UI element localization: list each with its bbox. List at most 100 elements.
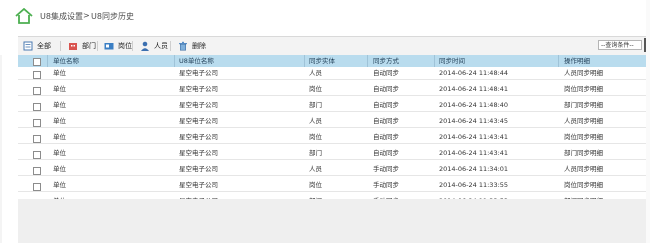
sync-time-cell: 2014-06-24 11:48:40	[439, 101, 509, 109]
unit-name-cell: 单位	[53, 117, 66, 125]
unit-name-cell: 单位	[53, 133, 66, 141]
list-icon	[23, 41, 33, 51]
breadcrumb: U8集成设置 > U8同步历史	[0, 0, 646, 32]
table-row[interactable]: 单位 星空电子公司 岗位 自动同步 2014-06-24 11:48:41 岗位同步明细	[18, 83, 646, 96]
department-button[interactable]: 部门	[68, 40, 96, 52]
unit-name-cell: 单位	[53, 149, 66, 157]
column-divider	[47, 55, 48, 67]
row-checkbox[interactable]	[33, 86, 41, 95]
delete-icon	[179, 41, 187, 51]
person-button[interactable]: 人员	[140, 40, 168, 52]
row-checkbox[interactable]	[33, 102, 41, 111]
select-all-checkbox[interactable]	[33, 58, 41, 66]
column-divider	[558, 55, 559, 67]
toolbar-divider	[132, 41, 133, 51]
sync-method-cell: 自动同步	[373, 149, 399, 157]
toolbar-divider	[170, 41, 171, 51]
unit-name-cell: 单位	[53, 181, 66, 189]
u8-unit-name-cell: 星空电子公司	[179, 101, 218, 109]
sync-entity-cell: 人员	[309, 69, 322, 77]
home-icon[interactable]	[15, 8, 33, 24]
u8-unit-name-cell: 星空电子公司	[179, 117, 218, 125]
toolbar-divider	[97, 41, 98, 51]
sync-time-cell: 2014-06-24 11:43:45	[439, 117, 509, 125]
sync-time-cell: 2014-06-24 11:48:44	[439, 69, 509, 77]
delete-button[interactable]: 删除	[178, 40, 206, 52]
row-checkbox[interactable]	[33, 166, 41, 175]
query-select[interactable]: --查询条件--	[598, 40, 642, 50]
empty-table-area	[18, 199, 646, 243]
department-button-label: 部门	[82, 42, 96, 50]
u8-unit-name-cell: 星空电子公司	[179, 149, 218, 157]
table-row[interactable]: 单位 星空电子公司 岗位 手动同步 2014-06-24 11:33:55 岗位同步明细	[18, 179, 646, 192]
table-header: 单位名称 U8单位名称 同步实体 同步方式 同步时间 操作明细	[18, 55, 646, 67]
table-row[interactable]: 单位 星空电子公司 人员 自动同步 2014-06-24 11:48:44 人员同步明细	[18, 67, 646, 80]
sync-time-cell: 2014-06-24 11:43:41	[439, 149, 509, 157]
header-u8-unit-name[interactable]: U8单位名称	[179, 55, 214, 67]
all-button-label: 全部	[37, 42, 51, 50]
row-checkbox[interactable]	[33, 182, 41, 191]
u8-unit-name-cell: 星空电子公司	[179, 69, 218, 77]
sync-method-cell: 自动同步	[373, 69, 399, 77]
delete-button-label: 删除	[192, 42, 206, 50]
column-divider	[304, 55, 305, 67]
position-icon	[104, 43, 114, 50]
sync-time-cell: 2014-06-24 11:33:55	[439, 181, 509, 189]
unit-name-cell: 单位	[53, 85, 66, 93]
right-edge	[646, 0, 650, 243]
unit-name-cell: 单位	[53, 165, 66, 173]
sync-time-cell: 2014-06-24 11:43:41	[439, 133, 509, 141]
breadcrumb-parent[interactable]: U8集成设置	[40, 11, 83, 22]
sync-entity-cell: 人员	[309, 165, 322, 173]
sync-method-cell: 自动同步	[373, 117, 399, 125]
operation-detail-cell[interactable]: 部门同步明细	[564, 99, 603, 112]
header-sync-time[interactable]: 同步时间	[439, 55, 465, 67]
operation-detail-cell[interactable]: 部门同步明细	[564, 147, 603, 160]
operation-detail-cell[interactable]: 人员同步明细	[564, 67, 603, 80]
header-unit-name[interactable]: 单位名称	[53, 55, 79, 67]
sync-method-cell: 自动同步	[373, 133, 399, 141]
operation-detail-cell[interactable]: 岗位同步明细	[564, 179, 603, 192]
header-sync-method[interactable]: 同步方式	[373, 55, 399, 67]
position-button[interactable]: 岗位	[104, 40, 132, 52]
sync-entity-cell: 岗位	[309, 85, 322, 93]
column-divider	[434, 55, 435, 67]
table-row[interactable]: 单位 星空电子公司 人员 自动同步 2014-06-24 11:43:45 人员同步明细	[18, 115, 646, 128]
all-button[interactable]: 全部	[23, 40, 51, 52]
sync-method-cell: 手动同步	[373, 181, 399, 189]
u8-unit-name-cell: 星空电子公司	[179, 85, 218, 93]
unit-name-cell: 单位	[53, 101, 66, 109]
sync-method-cell: 手动同步	[373, 165, 399, 173]
unit-name-cell: 单位	[53, 69, 66, 77]
sync-entity-cell: 部门	[309, 101, 322, 109]
table-row[interactable]: 单位 星空电子公司 人员 手动同步 2014-06-24 11:34:01 人员同步明细	[18, 163, 646, 176]
operation-detail-cell[interactable]: 人员同步明细	[564, 163, 603, 176]
sync-entity-cell: 部门	[309, 149, 322, 157]
column-divider	[367, 55, 368, 67]
row-checkbox[interactable]	[33, 134, 41, 143]
sync-entity-cell: 人员	[309, 117, 322, 125]
person-icon	[141, 41, 149, 51]
sync-time-cell: 2014-06-24 11:48:41	[439, 85, 509, 93]
row-checkbox[interactable]	[33, 70, 41, 79]
table-row[interactable]: 单位 星空电子公司 部门 自动同步 2014-06-24 11:43:41 部门同步明细	[18, 147, 646, 160]
u8-unit-name-cell: 星空电子公司	[179, 165, 218, 173]
sync-method-cell: 自动同步	[373, 101, 399, 109]
sync-method-cell: 自动同步	[373, 85, 399, 93]
u8-unit-name-cell: 星空电子公司	[179, 181, 218, 189]
operation-detail-cell[interactable]: 岗位同步明细	[564, 83, 603, 96]
sync-time-cell: 2014-06-24 11:34:01	[439, 165, 509, 173]
row-checkbox[interactable]	[33, 118, 41, 127]
department-icon	[69, 43, 77, 50]
sync-entity-cell: 岗位	[309, 181, 322, 189]
table-row[interactable]: 单位 星空电子公司 岗位 自动同步 2014-06-24 11:43:41 岗位同步明细	[18, 131, 646, 144]
operation-detail-cell[interactable]: 人员同步明细	[564, 115, 603, 128]
position-button-label: 岗位	[118, 42, 132, 50]
row-checkbox[interactable]	[33, 150, 41, 159]
person-button-label: 人员	[154, 42, 168, 50]
operation-detail-cell[interactable]: 岗位同步明细	[564, 131, 603, 144]
left-strip	[0, 55, 2, 243]
table-row[interactable]: 单位 星空电子公司 部门 自动同步 2014-06-24 11:48:40 部门同步明细	[18, 99, 646, 112]
header-sync-entity[interactable]: 同步实体	[309, 55, 335, 67]
header-operation-detail[interactable]: 操作明细	[564, 55, 590, 67]
